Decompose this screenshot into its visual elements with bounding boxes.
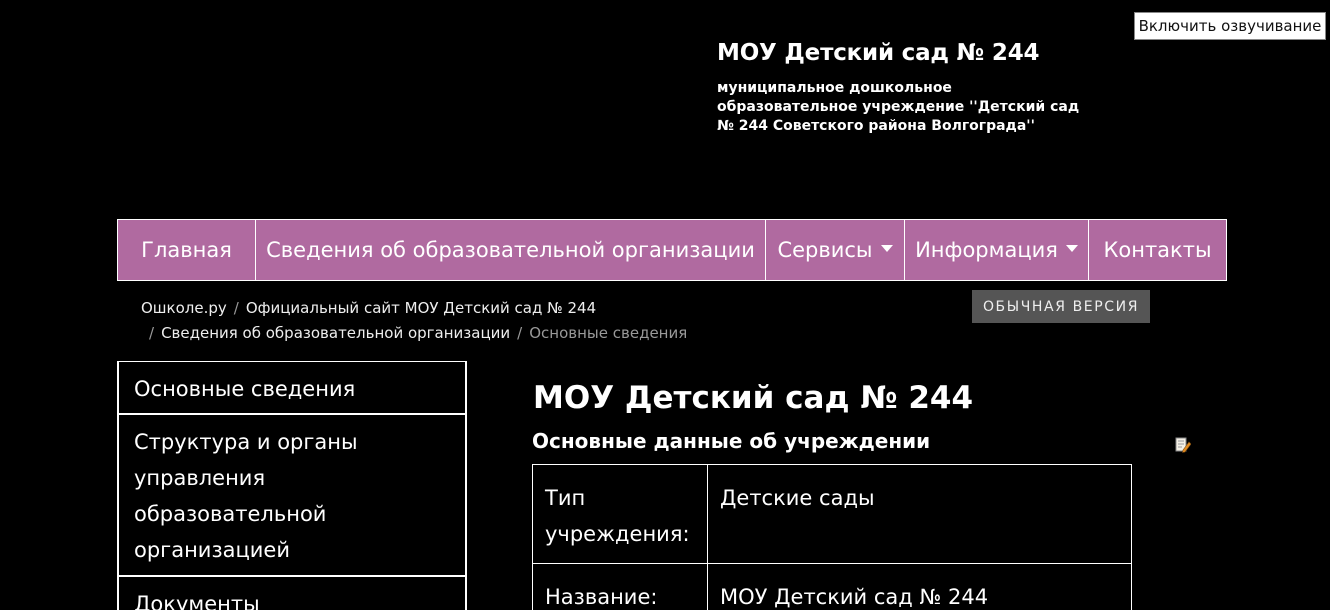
nav-item-information[interactable]: Информация xyxy=(904,220,1088,280)
breadcrumb-current: Основные сведения xyxy=(529,324,688,342)
nav-item-home[interactable]: Главная xyxy=(117,220,255,280)
side-menu-item-label: Структура и органы управления образовате… xyxy=(134,430,358,562)
nav-item-label: Информация xyxy=(915,238,1058,262)
page-title: МОУ Детский сад № 244 xyxy=(533,380,974,416)
side-menu-item-label: Основные сведения xyxy=(134,377,356,401)
nav-item-label: Сервисы xyxy=(777,238,873,262)
table-cell-label: Название: xyxy=(532,563,708,610)
site-title[interactable]: МОУ Детский сад № 244 xyxy=(717,40,1040,66)
info-table: Тип учреждения: Детские сады Название: М… xyxy=(532,464,1132,610)
main-nav: Главная Сведения об образовательной орга… xyxy=(117,219,1227,281)
chevron-down-icon xyxy=(1065,244,1078,252)
table-cell-value: МОУ Детский сад № 244 xyxy=(707,563,1132,610)
side-menu-item-label: Документы xyxy=(134,592,260,610)
breadcrumb-link[interactable]: Сведения об образовательной организации xyxy=(161,324,510,342)
breadcrumb-link[interactable]: Официальный сайт МОУ Детский сад № 244 xyxy=(246,299,596,317)
side-menu: Основные сведения Структура и органы упр… xyxy=(117,361,467,610)
edit-note-icon[interactable] xyxy=(1175,437,1191,453)
normal-version-button[interactable]: ОБЫЧНАЯ ВЕРСИЯ xyxy=(972,290,1150,323)
page: Включить озвучивание МОУ Детский сад № 2… xyxy=(0,0,1330,610)
nav-item-label: Главная xyxy=(141,238,232,262)
breadcrumb-separator: / xyxy=(149,324,155,342)
table-row: Тип учреждения: Детские сады xyxy=(532,464,1132,564)
nav-item-label: Контакты xyxy=(1103,238,1212,262)
side-menu-item-basic-info[interactable]: Основные сведения xyxy=(117,361,467,415)
nav-item-contacts[interactable]: Контакты xyxy=(1088,220,1227,280)
table-cell-label: Тип учреждения: xyxy=(532,464,708,564)
table-cell-value: Детские сады xyxy=(707,464,1132,564)
table-row: Название: МОУ Детский сад № 244 xyxy=(532,563,1132,610)
enable-voice-button[interactable]: Включить озвучивание xyxy=(1134,12,1326,40)
site-subtitle: муниципальное дошкольное образовательное… xyxy=(717,80,1080,134)
chevron-down-icon xyxy=(880,244,893,252)
breadcrumb: Ошколе.ру / Официальный сайт МОУ Детский с… xyxy=(141,296,741,346)
section-subtitle: Основные данные об учреждении xyxy=(532,429,931,453)
nav-item-label: Сведения об образовательной организации xyxy=(266,238,755,262)
breadcrumb-separator: / xyxy=(517,324,523,342)
breadcrumb-link[interactable]: Ошколе.ру xyxy=(141,299,227,317)
side-menu-item-documents[interactable]: Документы xyxy=(117,577,467,610)
breadcrumb-separator: / xyxy=(233,299,239,317)
nav-item-org-info[interactable]: Сведения об образовательной организации xyxy=(255,220,765,280)
side-menu-item-structure[interactable]: Структура и органы управления образовате… xyxy=(117,415,467,577)
nav-item-services[interactable]: Сервисы xyxy=(765,220,904,280)
